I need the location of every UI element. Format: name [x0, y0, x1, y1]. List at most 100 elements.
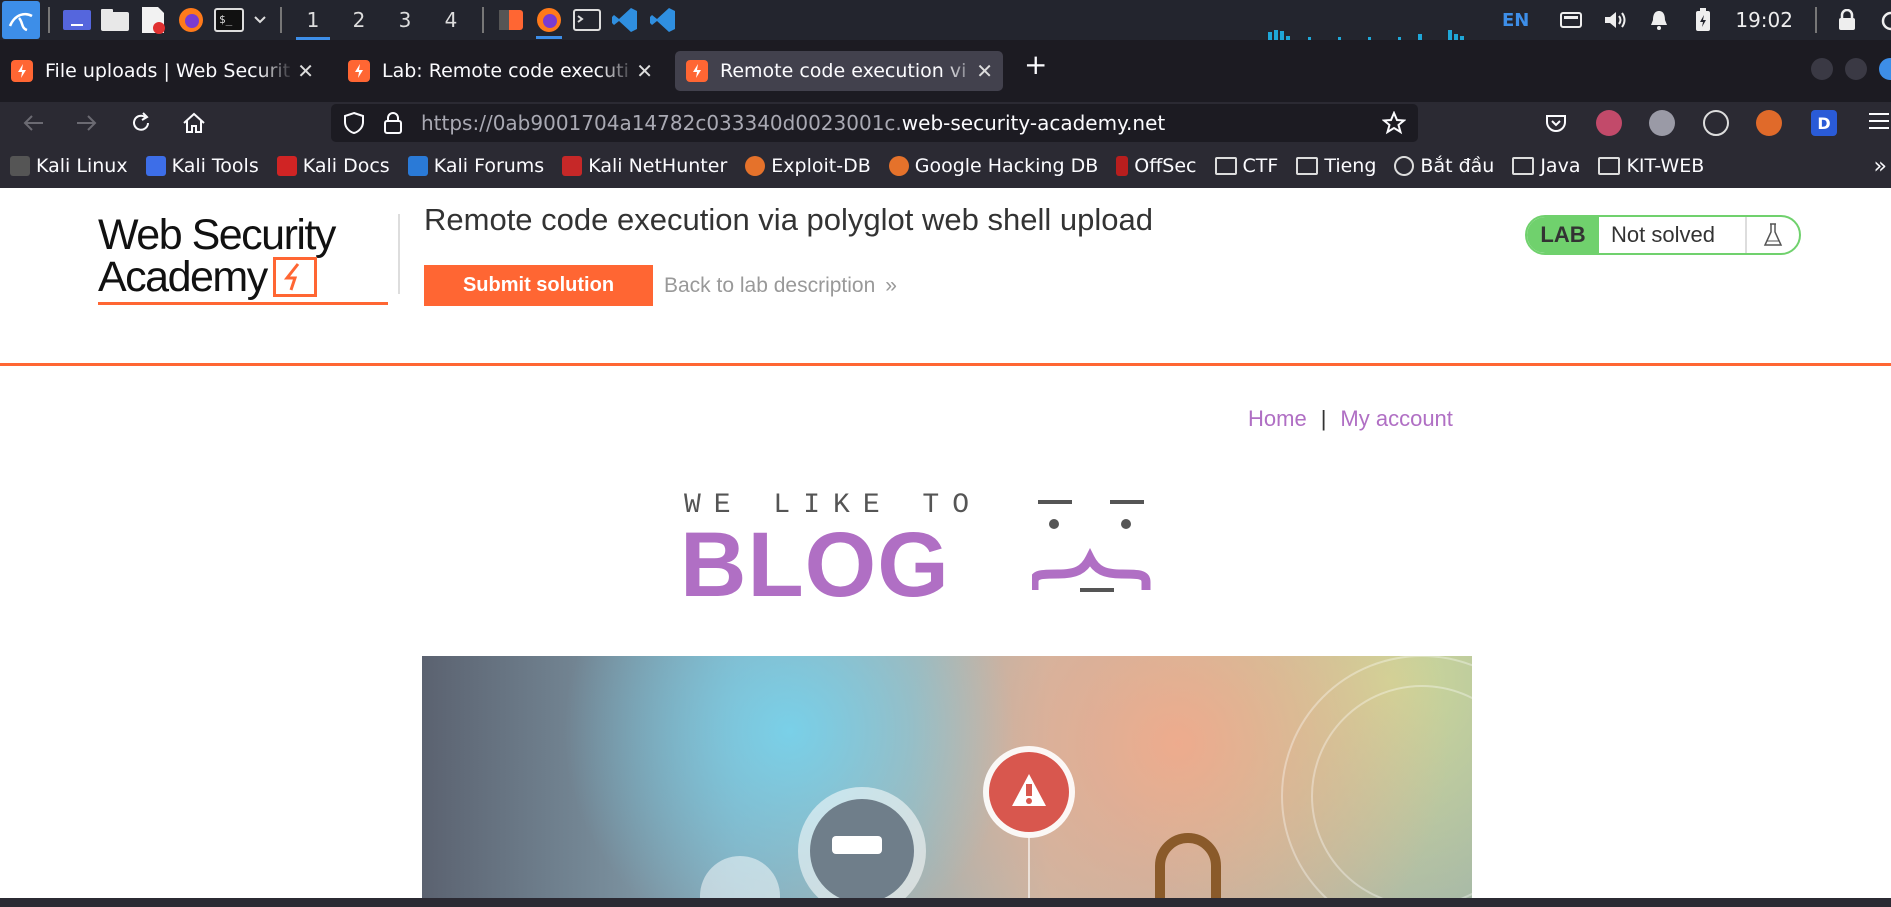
- tab-blog-active[interactable]: Remote code execution vi ✕: [675, 51, 1003, 91]
- bookmark-label: Kali Docs: [302, 155, 390, 177]
- extension-avatar-icon[interactable]: [1596, 110, 1622, 136]
- workspace-2[interactable]: 2: [336, 0, 382, 40]
- extension-globe-icon[interactable]: [1649, 110, 1675, 136]
- tab-close-icon[interactable]: ✕: [636, 59, 653, 83]
- tab-close-icon[interactable]: ✕: [976, 59, 993, 83]
- lock-icon[interactable]: [383, 111, 403, 139]
- blog-nav: Home | My account: [1248, 406, 1453, 432]
- bookmarks-overflow-icon[interactable]: »: [1874, 154, 1887, 179]
- foxyproxy-icon[interactable]: [1756, 110, 1782, 136]
- extension-d-icon[interactable]: D: [1811, 110, 1837, 136]
- submit-solution-button[interactable]: Submit solution: [424, 265, 653, 306]
- volume-icon[interactable]: [1601, 6, 1629, 34]
- tab-title: File uploads | Web Securit: [45, 60, 291, 82]
- bookmark-exploit-db[interactable]: Exploit-DB: [745, 155, 871, 177]
- bookmark-kali-docs[interactable]: Kali Docs: [276, 155, 390, 177]
- tab-lab-description[interactable]: Lab: Remote code executi ✕: [337, 51, 663, 91]
- blog-banner: WE LIKE TO BLOG: [680, 490, 1220, 616]
- lab-badge: LAB: [1527, 217, 1599, 253]
- bookmark-label: Java: [1540, 155, 1581, 177]
- tab-bar: File uploads | Web Securit ✕ Lab: Remote…: [0, 40, 1891, 102]
- banner-title: BLOG: [680, 514, 950, 616]
- web-page: Web Security Academy Remote code executi…: [0, 188, 1891, 898]
- power-icon[interactable]: [1877, 6, 1891, 34]
- back-arrow-icon[interactable]: [20, 110, 46, 136]
- bookmark-bat-dau[interactable]: Bắt đầu: [1394, 155, 1494, 177]
- globe-icon: [1394, 156, 1415, 176]
- workspace-3[interactable]: 3: [382, 0, 428, 40]
- vscode-icon[interactable]: [606, 1, 644, 39]
- url-text[interactable]: https://0ab9001704a14782c033340d0023001c…: [421, 111, 1165, 135]
- terminal-icon[interactable]: $_: [210, 1, 248, 39]
- files-icon[interactable]: [96, 1, 134, 39]
- notification-bell-icon[interactable]: [1645, 6, 1673, 34]
- terminal-task-icon[interactable]: [568, 1, 606, 39]
- network-graph-icon: [1267, 30, 1464, 40]
- bookmark-folder-java[interactable]: Java: [1512, 155, 1580, 177]
- svg-text:$_: $_: [219, 13, 233, 26]
- bookmark-folder-kit-web[interactable]: KIT-WEB: [1598, 155, 1704, 177]
- kali-menu-icon[interactable]: [2, 1, 40, 39]
- bookmark-label: Kali NetHunter: [588, 155, 728, 177]
- minimize-button[interactable]: [1811, 58, 1833, 80]
- battery-icon[interactable]: [1689, 6, 1717, 34]
- tab-title: Lab: Remote code executi: [382, 60, 629, 82]
- vscode-task-icon[interactable]: [644, 1, 682, 39]
- text-editor-icon[interactable]: [134, 1, 172, 39]
- maximize-button[interactable]: [1845, 58, 1867, 80]
- kali-forums-icon: [407, 156, 428, 176]
- folder-icon: [1214, 157, 1237, 175]
- taskbar: $_ 1 2 3 4 EN 19:02: [0, 0, 1891, 40]
- workspace-4[interactable]: 4: [428, 0, 474, 40]
- keyboard-language[interactable]: EN: [1502, 10, 1529, 31]
- bookmark-kali-linux[interactable]: Kali Linux: [10, 155, 128, 177]
- lock-screen-icon[interactable]: [1833, 6, 1861, 34]
- blog-hero-image[interactable]: [422, 656, 1472, 898]
- desktop-icon[interactable]: [58, 1, 96, 39]
- home-link[interactable]: Home: [1248, 406, 1307, 431]
- hamburger-menu-icon[interactable]: [1865, 110, 1891, 136]
- workspace-1[interactable]: 1: [290, 0, 336, 40]
- kali-tools-icon: [145, 156, 166, 176]
- offsec-icon: [1116, 156, 1129, 176]
- bookmark-star-icon[interactable]: [1381, 110, 1407, 139]
- bookmark-offsec[interactable]: OffSec: [1116, 155, 1197, 177]
- chevron-down-icon[interactable]: [248, 1, 272, 39]
- bookmark-label: OffSec: [1134, 155, 1197, 177]
- screen-icon[interactable]: [1557, 6, 1585, 34]
- nav-separator: |: [1320, 406, 1327, 431]
- tab-close-icon[interactable]: ✕: [297, 59, 314, 83]
- folder-icon: [1512, 157, 1535, 175]
- cookie-editor-icon[interactable]: [1703, 110, 1729, 136]
- reload-icon[interactable]: [128, 110, 154, 136]
- forward-arrow-icon[interactable]: [74, 110, 100, 136]
- bookmark-folder-ctf[interactable]: CTF: [1214, 155, 1278, 177]
- back-link-label: Back to lab description: [664, 274, 876, 297]
- tracking-protection-shield-icon[interactable]: [343, 111, 365, 139]
- status-strip: [0, 898, 1891, 907]
- close-window-button[interactable]: [1879, 58, 1891, 80]
- firefox-task-icon[interactable]: [530, 1, 568, 39]
- bookmark-label: Google Hacking DB: [914, 155, 1099, 177]
- pocket-icon[interactable]: [1543, 110, 1569, 136]
- clock[interactable]: 19:02: [1735, 8, 1793, 32]
- burp-icon[interactable]: [492, 1, 530, 39]
- tab-file-uploads[interactable]: File uploads | Web Securit ✕: [0, 51, 324, 91]
- taskbar-separator: [48, 7, 50, 33]
- lab-status-text: Not solved: [1611, 222, 1715, 247]
- firefox-icon[interactable]: [172, 1, 210, 39]
- address-bar[interactable]: https://0ab9001704a14782c033340d0023001c…: [331, 104, 1418, 142]
- bookmark-label: Kali Tools: [171, 155, 259, 177]
- bookmark-folder-tieng[interactable]: Tieng: [1296, 155, 1376, 177]
- home-icon[interactable]: [181, 110, 207, 136]
- my-account-link[interactable]: My account: [1340, 406, 1453, 431]
- bookmark-google-hacking-db[interactable]: Google Hacking DB: [888, 155, 1099, 177]
- bookmark-kali-nethunter[interactable]: Kali NetHunter: [562, 155, 727, 177]
- header-divider: [398, 214, 400, 294]
- back-to-lab-description-link[interactable]: Back to lab description »: [664, 274, 897, 298]
- bookmark-kali-forums[interactable]: Kali Forums: [407, 155, 544, 177]
- web-security-academy-logo[interactable]: Web Security Academy: [98, 214, 398, 305]
- bookmark-kali-tools[interactable]: Kali Tools: [145, 155, 259, 177]
- nethunter-icon: [562, 156, 583, 176]
- new-tab-button[interactable]: +: [1024, 48, 1047, 81]
